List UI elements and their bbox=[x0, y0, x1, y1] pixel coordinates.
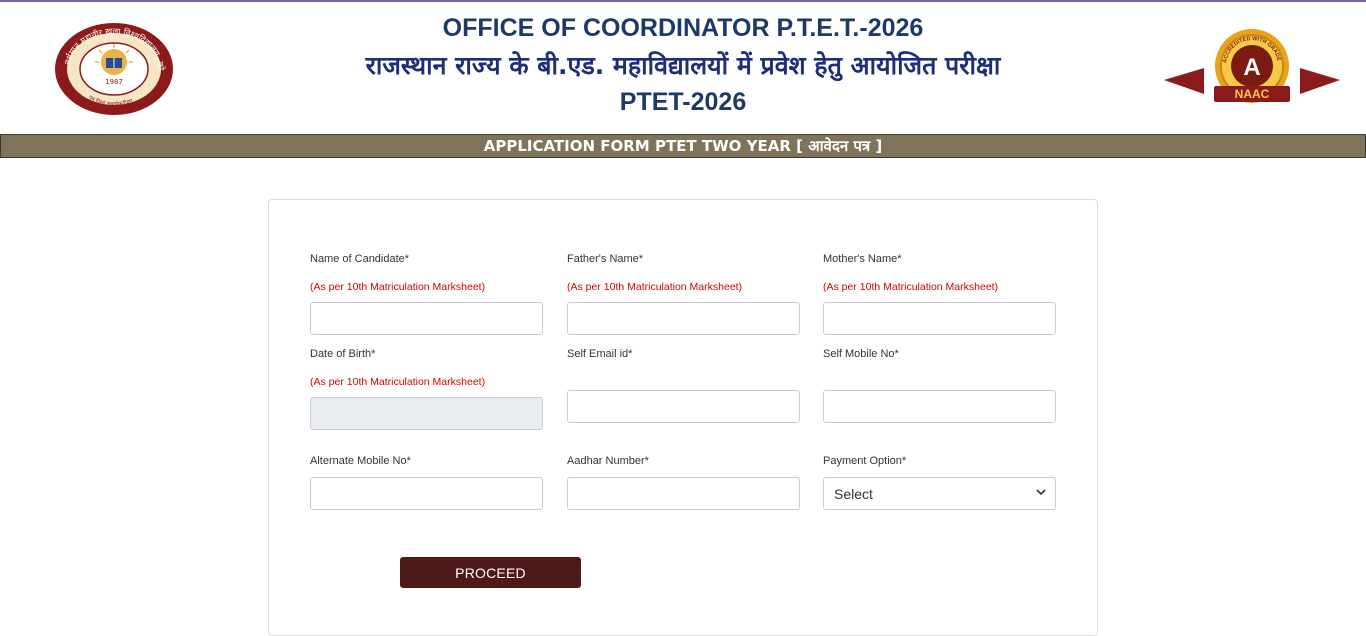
payment-label: Payment Option* bbox=[823, 455, 907, 467]
mother-name-note: (As per 10th Matriculation Marksheet) bbox=[823, 281, 999, 293]
email-input[interactable] bbox=[567, 390, 800, 423]
alt-mobile-group: Alternate Mobile No* bbox=[310, 454, 543, 510]
alt-mobile-input[interactable] bbox=[310, 477, 543, 510]
aadhar-group: Aadhar Number* bbox=[567, 454, 800, 510]
email-label: Self Email id* bbox=[567, 348, 633, 360]
page-title: OFFICE OF COORDINATOR P.T.E.T.-2026 bbox=[442, 14, 924, 42]
father-name-label: Father's Name* bbox=[567, 253, 644, 265]
dob-group: Date of Birth* (As per 10th Matriculatio… bbox=[310, 347, 543, 430]
candidate-name-label: Name of Candidate* bbox=[310, 253, 410, 265]
aadhar-label: Aadhar Number* bbox=[567, 455, 649, 467]
mobile-group: Self Mobile No* bbox=[823, 347, 1056, 423]
page-subtitle-hindi: राजस्थान राज्य के बी.एड. महाविद्यालयों म… bbox=[365, 51, 1001, 80]
exam-name: PTET-2026 bbox=[619, 88, 747, 116]
mobile-label: Self Mobile No* bbox=[823, 348, 899, 360]
candidate-name-group: Name of Candidate* (As per 10th Matricul… bbox=[310, 252, 543, 335]
payment-option-select[interactable]: Select bbox=[823, 477, 1056, 510]
svg-text:A: A bbox=[1243, 54, 1260, 81]
alt-mobile-label: Alternate Mobile No* bbox=[310, 455, 411, 467]
payment-group: Payment Option* Select bbox=[823, 454, 1056, 510]
mother-name-label: Mother's Name* bbox=[823, 253, 902, 265]
page-header: 1987 वर्धमान महावीर खुला विश्वविद्यालय, … bbox=[0, 2, 1366, 134]
father-name-group: Father's Name* (As per 10th Matriculatio… bbox=[567, 252, 800, 335]
father-name-note: (As per 10th Matriculation Marksheet) bbox=[567, 281, 743, 293]
dob-label: Date of Birth* bbox=[310, 348, 376, 360]
email-group: Self Email id* bbox=[567, 347, 800, 423]
naac-badge-icon: A ACCREDITED WITH GRADE NAAC bbox=[1164, 29, 1340, 103]
mobile-input[interactable] bbox=[823, 390, 1056, 423]
dob-note: (As per 10th Matriculation Marksheet) bbox=[310, 376, 486, 388]
candidate-name-note: (As per 10th Matriculation Marksheet) bbox=[310, 281, 486, 293]
dob-input[interactable] bbox=[310, 397, 543, 430]
proceed-button[interactable]: PROCEED bbox=[400, 557, 581, 588]
mother-name-input[interactable] bbox=[823, 302, 1056, 335]
candidate-name-input[interactable] bbox=[310, 302, 543, 335]
svg-text:NAAC: NAAC bbox=[1235, 87, 1270, 101]
payment-select-wrapper: Select bbox=[823, 477, 1056, 510]
mother-name-group: Mother's Name* (As per 10th Matriculatio… bbox=[823, 252, 1056, 335]
aadhar-input[interactable] bbox=[567, 477, 800, 510]
form-title-banner: APPLICATION FORM PTET TWO YEAR [ आवेदन प… bbox=[0, 134, 1366, 158]
father-name-input[interactable] bbox=[567, 302, 800, 335]
